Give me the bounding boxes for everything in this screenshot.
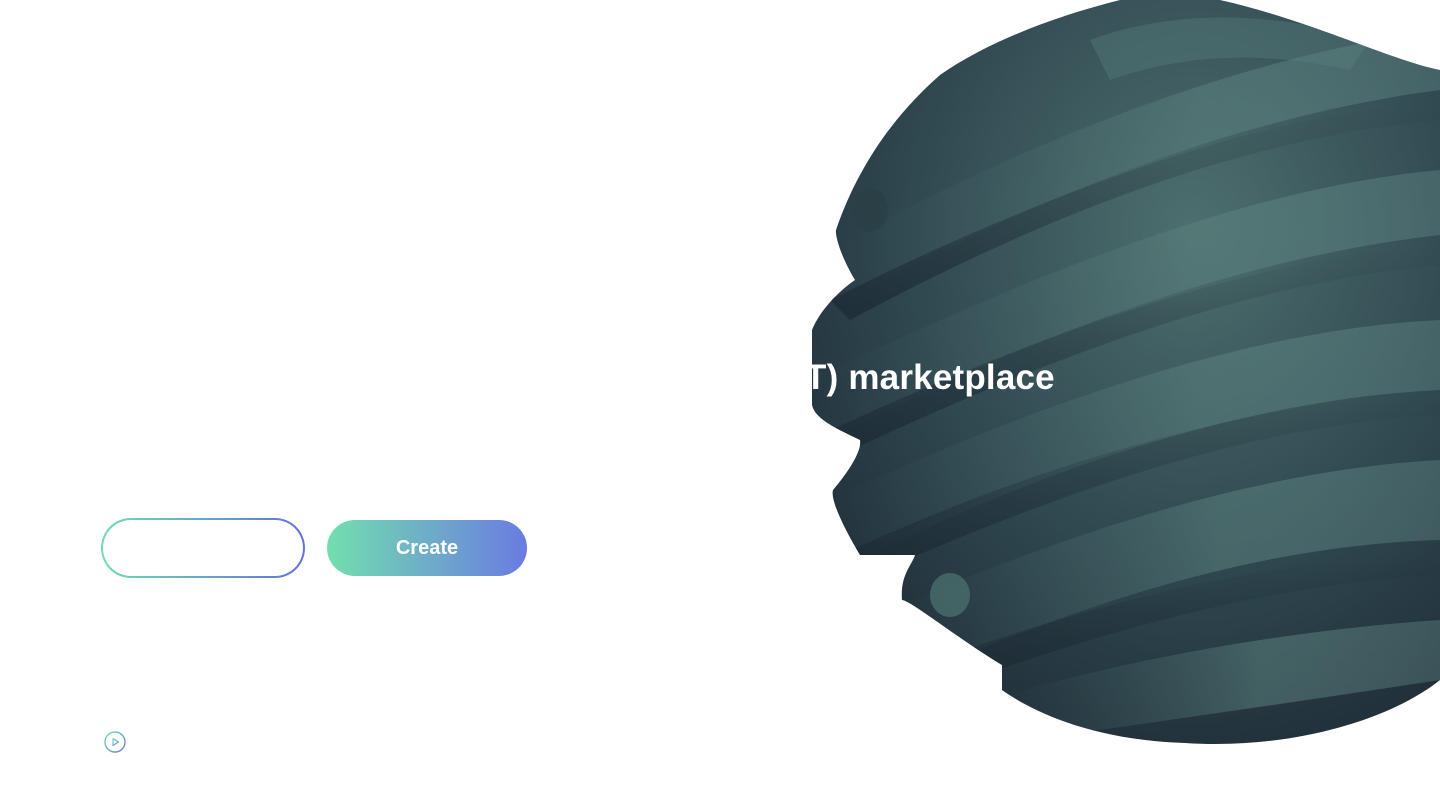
hero-headline: T) marketplace: [805, 358, 1055, 397]
secondary-action-button[interactable]: [101, 518, 305, 578]
secondary-action-label: [103, 520, 303, 576]
create-button[interactable]: Create: [327, 520, 527, 576]
landing-page: T) marketplace Create: [0, 0, 1440, 802]
play-circle-icon[interactable]: [104, 731, 126, 753]
